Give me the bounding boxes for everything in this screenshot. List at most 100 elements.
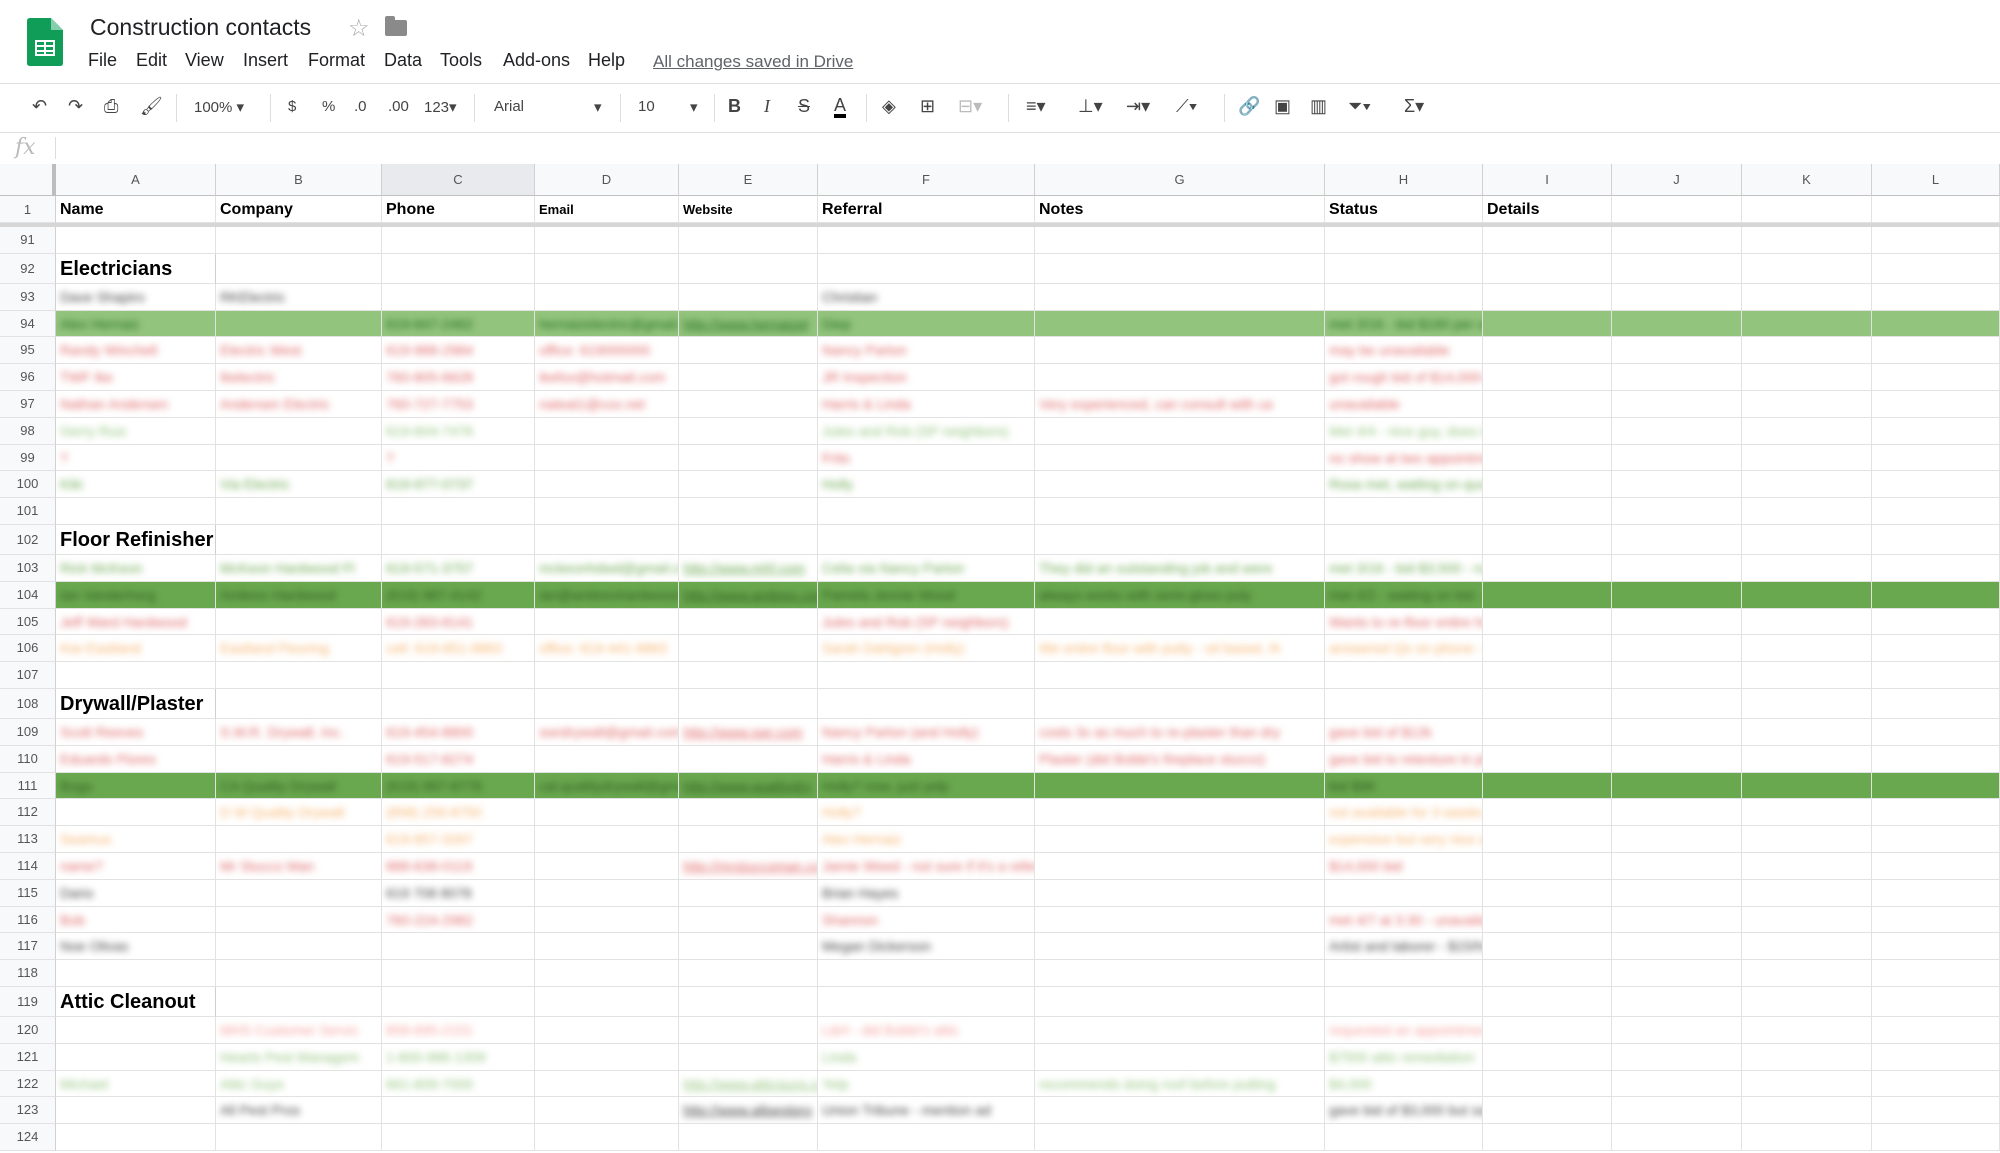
row-number[interactable]: 1 [0, 196, 56, 223]
cell-h[interactable]: gave bid to retexture in plaster for $9k [1325, 745, 1483, 773]
link-icon[interactable]: 🔗 [1238, 96, 1260, 117]
filter-icon[interactable]: ⏷▾ [1348, 96, 1371, 117]
cell-g[interactable]: We entire floor with putty - oil based, … [1035, 635, 1325, 663]
cell-g[interactable] [1035, 253, 1325, 284]
wrap-icon[interactable]: ⇥▾ [1126, 96, 1150, 117]
cell-j[interactable] [1612, 444, 1742, 472]
menu-addons[interactable]: Add-ons [503, 50, 570, 71]
cell-h[interactable] [1325, 987, 1483, 1017]
cell-k[interactable] [1742, 498, 1872, 525]
cell-b[interactable]: Hearts Pest Managem [216, 1043, 382, 1071]
cell-g[interactable] [1035, 1097, 1325, 1125]
cell-h[interactable]: gave bid of $12k [1325, 719, 1483, 746]
cell-l[interactable] [1872, 662, 2000, 689]
row-number[interactable]: 91 [0, 227, 56, 254]
row-number[interactable]: 112 [0, 799, 56, 827]
cell-i[interactable] [1483, 391, 1612, 418]
cell-b[interactable] [216, 662, 382, 689]
cell-h[interactable]: bid $9K [1325, 772, 1483, 800]
cell-c[interactable]: 619-283-8141 [382, 608, 535, 636]
header-cell[interactable] [1742, 196, 1872, 223]
cell-c[interactable] [382, 662, 535, 689]
cell-c[interactable]: 760-224-2982 [382, 906, 535, 934]
cell-j[interactable] [1612, 745, 1742, 773]
cell-h[interactable] [1325, 283, 1483, 311]
cell-f[interactable] [818, 662, 1035, 689]
cell-l[interactable] [1872, 799, 2000, 827]
cell-f[interactable]: Jules and Rob (SP neighbors) [818, 608, 1035, 636]
cell-b[interactable] [216, 444, 382, 472]
cell-i[interactable] [1483, 1070, 1612, 1098]
cell-a[interactable]: Dario [56, 879, 216, 907]
select-all-corner[interactable] [0, 164, 56, 196]
cell-d[interactable] [535, 417, 679, 445]
cell-e[interactable] [679, 253, 818, 284]
cell-j[interactable] [1612, 227, 1742, 254]
cell-f[interactable] [818, 960, 1035, 987]
cell-e[interactable] [679, 799, 818, 827]
font-size-select[interactable]: 10 ▾ [638, 98, 704, 116]
increase-decimal-button[interactable]: .00 [388, 98, 409, 115]
cell-f[interactable]: Pamela Jennie Wood [818, 581, 1035, 609]
cell-c[interactable] [382, 1124, 535, 1151]
cell-h[interactable]: gave bid of $3,000 but says not necessar… [1325, 1097, 1483, 1125]
cell-i[interactable] [1483, 799, 1612, 827]
cell-j[interactable] [1612, 879, 1742, 907]
percent-format-button[interactable]: % [322, 98, 335, 115]
cell-a[interactable]: Bogo [56, 772, 216, 800]
cell-k[interactable] [1742, 444, 1872, 472]
cell-e[interactable] [679, 879, 818, 907]
cell-d[interactable] [535, 853, 679, 880]
cell-e[interactable] [679, 227, 818, 254]
cell-a[interactable]: Noe Olivas [56, 933, 216, 961]
row-number[interactable]: 109 [0, 719, 56, 746]
print-icon[interactable]: ⎙ [104, 96, 118, 117]
menu-edit[interactable]: Edit [136, 50, 167, 71]
cell-c[interactable] [382, 987, 535, 1017]
cell-j[interactable] [1612, 525, 1742, 555]
cell-d[interactable] [535, 498, 679, 525]
cell-f[interactable]: Union Tribune - mention ad [818, 1097, 1035, 1125]
cell-f[interactable]: Linda [818, 1043, 1035, 1071]
cell-k[interactable] [1742, 662, 1872, 689]
row-number[interactable]: 123 [0, 1097, 56, 1125]
cell-h[interactable] [1325, 498, 1483, 525]
cell-g[interactable]: Very experienced, can consult with us [1035, 391, 1325, 418]
header-cell[interactable]: Status [1325, 196, 1483, 223]
cell-k[interactable] [1742, 1124, 1872, 1151]
cell-c[interactable] [382, 227, 535, 254]
cell-e[interactable] [679, 608, 818, 636]
cell-b[interactable]: Andersen Electric [216, 391, 382, 418]
cell-c[interactable]: (858) 259-8750 [382, 799, 535, 827]
cell-k[interactable] [1742, 417, 1872, 445]
cell-d[interactable] [535, 1070, 679, 1098]
cell-e[interactable] [679, 826, 818, 853]
cell-j[interactable] [1612, 1070, 1742, 1098]
row-number[interactable]: 98 [0, 417, 56, 445]
cell-l[interactable] [1872, 933, 2000, 961]
cell-l[interactable] [1872, 337, 2000, 365]
cell-i[interactable] [1483, 987, 1612, 1017]
cell-b[interactable]: All Pest Pros [216, 1097, 382, 1125]
cell-a[interactable]: Nathan Andersen [56, 391, 216, 418]
cell-e[interactable] [679, 689, 818, 719]
row-number[interactable]: 103 [0, 555, 56, 582]
cell-b[interactable]: McKeon Hardwood Fl [216, 555, 382, 582]
cell-i[interactable] [1483, 933, 1612, 961]
cell-h[interactable] [1325, 525, 1483, 555]
cell-c[interactable]: 619-988-2984 [382, 337, 535, 365]
cell-l[interactable] [1872, 444, 2000, 472]
cell-h[interactable]: Artist and laborer - $15/hr?? [1325, 933, 1483, 961]
cell-e[interactable]: http://www.hernaizel [679, 310, 818, 338]
cell-f[interactable]: Harris & Linda [818, 745, 1035, 773]
fill-color-icon[interactable]: ◈ [882, 96, 896, 117]
cell-h[interactable]: may be unavailable [1325, 337, 1483, 365]
cell-c[interactable]: (619) 987-4142 [382, 581, 535, 609]
cell-e[interactable] [679, 364, 818, 391]
cell-i[interactable] [1483, 960, 1612, 987]
cell-f[interactable]: Nancy Parton [818, 337, 1035, 365]
cell-l[interactable] [1872, 826, 2000, 853]
row-number[interactable]: 107 [0, 662, 56, 689]
cell-k[interactable] [1742, 906, 1872, 934]
cell-j[interactable] [1612, 662, 1742, 689]
